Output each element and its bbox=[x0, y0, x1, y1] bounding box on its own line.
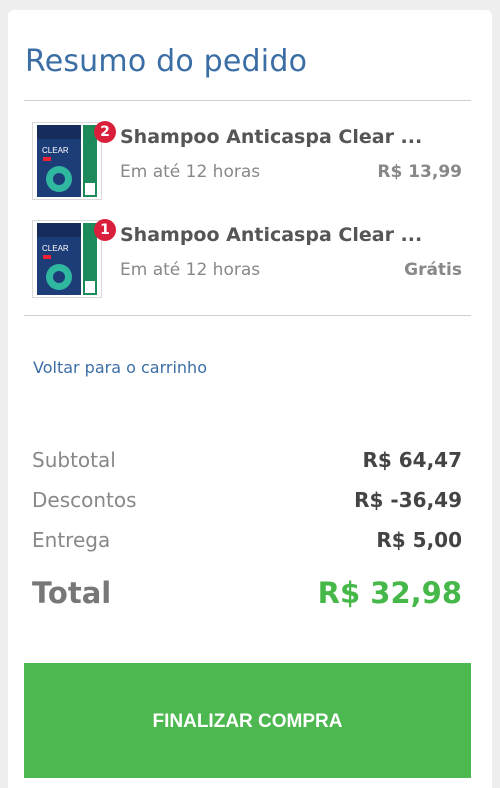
page-title: Resumo do pedido bbox=[25, 44, 308, 79]
shampoo-bottle-icon: CLEAR 2 bbox=[32, 121, 116, 200]
divider bbox=[24, 315, 471, 316]
total-label: Total bbox=[32, 576, 112, 610]
list-item[interactable]: CLEAR 1 Shampoo Anticaspa Clear ... Em a… bbox=[32, 219, 472, 300]
order-summary-card: Resumo do pedido CLEAR 2 Shampoo Anticas… bbox=[8, 10, 492, 788]
delivery-estimate: Em até 12 horas bbox=[120, 260, 261, 280]
product-price: Grátis bbox=[404, 260, 462, 280]
discount-label: Descontos bbox=[32, 488, 137, 512]
quantity-badge: 1 bbox=[94, 219, 116, 241]
quantity-badge: 2 bbox=[94, 121, 116, 143]
shampoo-bottle-icon: CLEAR 1 bbox=[32, 219, 116, 298]
svg-text:CLEAR: CLEAR bbox=[42, 146, 69, 155]
delivery-label: Entrega bbox=[32, 528, 111, 552]
delivery-estimate: Em até 12 horas bbox=[120, 162, 261, 182]
product-price: R$ 13,99 bbox=[377, 162, 462, 182]
delivery-value: R$ 5,00 bbox=[376, 528, 462, 552]
discount-value: R$ -36,49 bbox=[354, 488, 462, 512]
subtotal-label: Subtotal bbox=[32, 448, 116, 472]
checkout-button[interactable]: FINALIZAR COMPRA bbox=[24, 663, 471, 778]
product-name: Shampoo Anticaspa Clear ... bbox=[120, 224, 423, 246]
divider bbox=[24, 100, 471, 101]
total-value: R$ 32,98 bbox=[317, 576, 462, 610]
product-name: Shampoo Anticaspa Clear ... bbox=[120, 126, 423, 148]
svg-text:CLEAR: CLEAR bbox=[42, 244, 69, 253]
list-item[interactable]: CLEAR 2 Shampoo Anticaspa Clear ... Em a… bbox=[32, 121, 472, 202]
back-to-cart-link[interactable]: Voltar para o carrinho bbox=[33, 358, 207, 377]
subtotal-value: R$ 64,47 bbox=[362, 448, 462, 472]
